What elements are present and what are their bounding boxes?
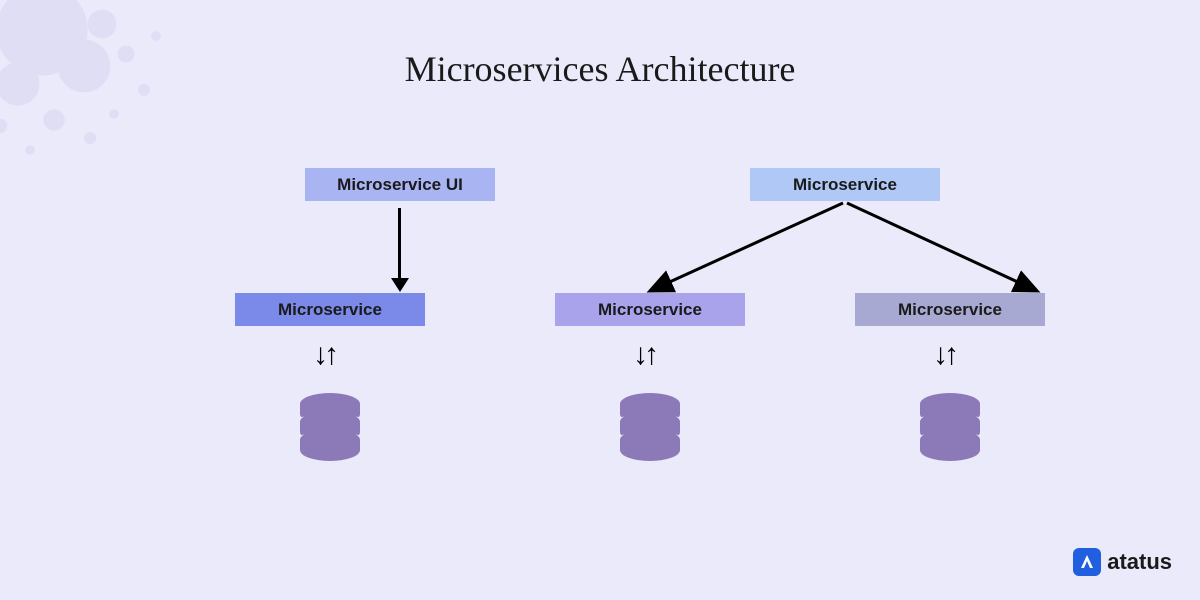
brand-logo: atatus <box>1073 548 1172 576</box>
brand-logo-text: atatus <box>1107 549 1172 575</box>
database-icon <box>915 392 985 462</box>
box-label: Microservice <box>598 300 702 320</box>
bidirectional-arrows-icon: ↓↑ <box>313 338 335 372</box>
paint-splash-decoration <box>0 0 210 210</box>
arrow-line-ui-down <box>398 208 401 280</box>
database-icon <box>295 392 365 462</box>
box-microservice-3: Microservice <box>855 293 1045 326</box>
box-microservice-ui: Microservice UI <box>305 168 495 201</box>
arrow-head-ui-down <box>391 278 409 292</box>
box-label: Microservice UI <box>337 175 463 195</box>
box-microservice-top: Microservice <box>750 168 940 201</box>
brand-logo-icon <box>1073 548 1101 576</box>
bidirectional-arrows-icon: ↓↑ <box>933 338 955 372</box>
box-label: Microservice <box>898 300 1002 320</box>
bidirectional-arrows-icon: ↓↑ <box>633 338 655 372</box>
box-label: Microservice <box>793 175 897 195</box>
box-microservice-1: Microservice <box>235 293 425 326</box>
diagram-title: Microservices Architecture <box>405 48 796 90</box>
box-microservice-2: Microservice <box>555 293 745 326</box>
database-icon <box>615 392 685 462</box>
box-label: Microservice <box>278 300 382 320</box>
